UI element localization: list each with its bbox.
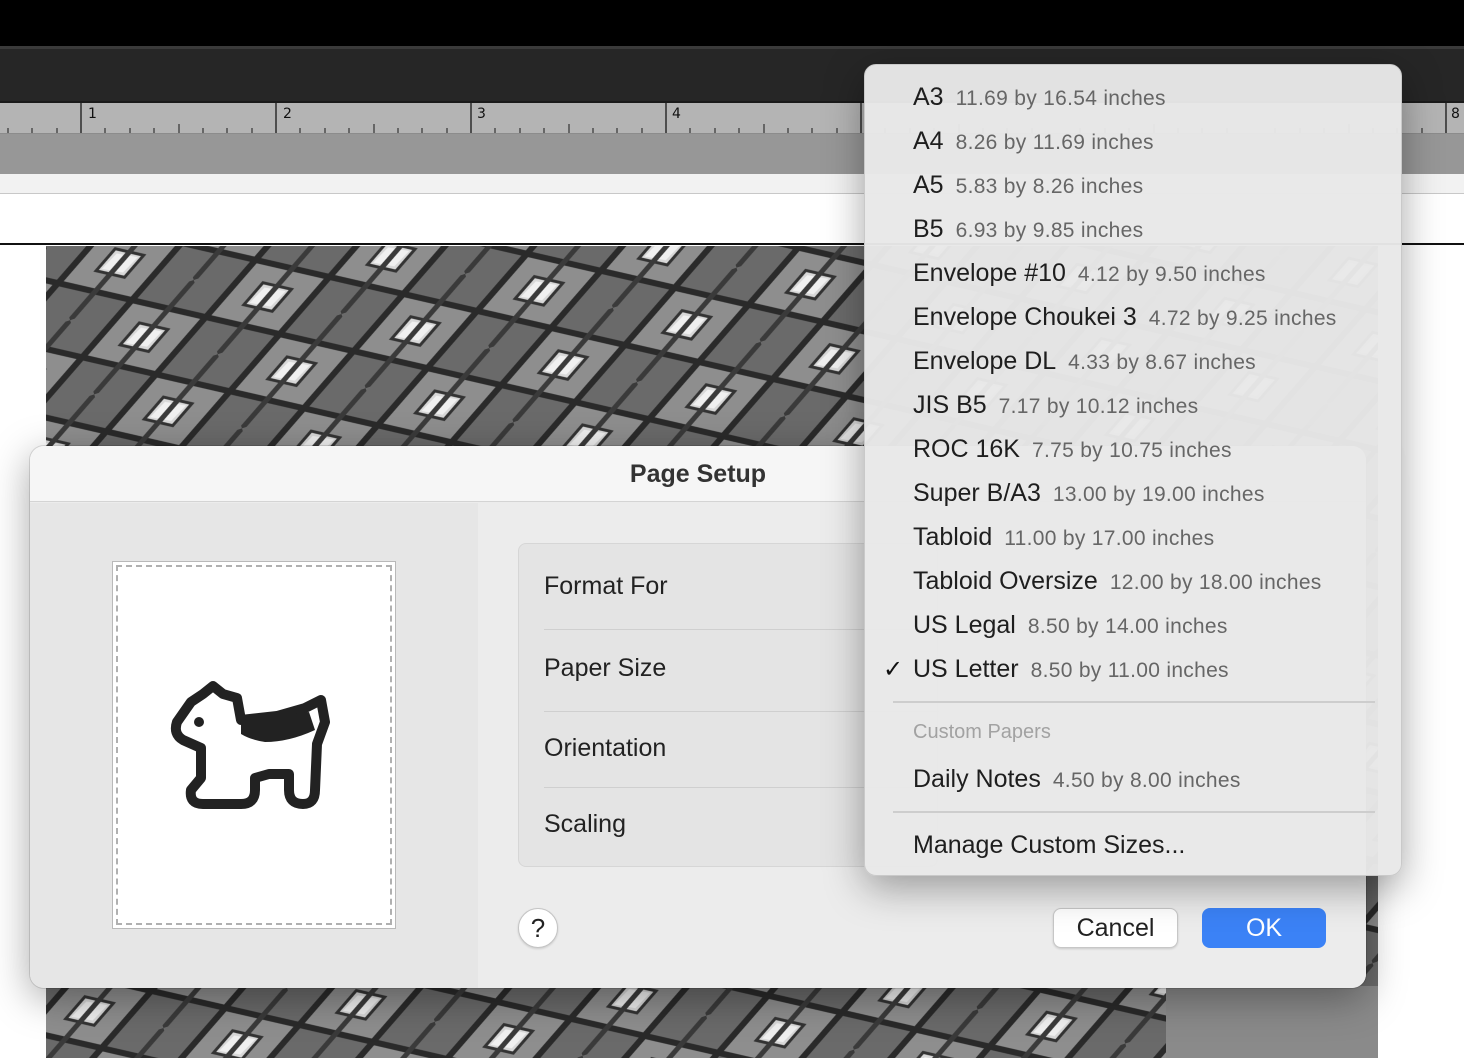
ruler-label: 2: [283, 106, 292, 122]
menu-item-envelope-dl[interactable]: Envelope DL 4.33 by 8.67 inches: [913, 347, 1256, 383]
paper-name: ROC 16K: [913, 435, 1020, 463]
paper-dimensions: 8.50 by 14.00 inches: [1027, 615, 1228, 638]
ruler-label: 3: [477, 106, 486, 122]
paper-name: Super B/A3: [913, 479, 1041, 507]
paper-name: A5: [913, 171, 944, 199]
paper-dimensions: 12.00 by 18.00 inches: [1109, 571, 1322, 594]
paper-dimensions: 11.69 by 16.54 inches: [955, 87, 1166, 110]
orientation-label: Orientation: [544, 734, 667, 762]
paper-name: Envelope DL: [913, 347, 1057, 375]
paper-dimensions: 5.83 by 8.26 inches: [955, 175, 1144, 198]
page-preview: [112, 561, 396, 929]
menu-item-daily-notes[interactable]: Daily Notes 4.50 by 8.00 inches: [913, 765, 1241, 801]
menu-item-jis-b5[interactable]: JIS B5 7.17 by 10.12 inches: [913, 391, 1198, 427]
menu-separator: [893, 701, 1375, 703]
paper-dimensions: 4.50 by 8.00 inches: [1052, 769, 1241, 792]
menu-item-us-letter[interactable]: US Letter 8.50 by 11.00 inches: [913, 655, 1229, 691]
paper-dimensions: 6.93 by 9.85 inches: [955, 219, 1144, 242]
ok-button[interactable]: OK: [1202, 908, 1326, 948]
menu-separator: [893, 811, 1375, 813]
cancel-button[interactable]: Cancel: [1053, 908, 1178, 948]
paper-size-menu: A3 11.69 by 16.54 inches A4 8.26 by 11.69 …: [864, 64, 1402, 876]
paper-dimensions: 4.72 by 9.25 inches: [1148, 307, 1337, 330]
menu-item-us-legal[interactable]: US Legal 8.50 by 14.00 inches: [913, 611, 1228, 647]
paper-name: Envelope #10: [913, 259, 1066, 287]
menu-item-roc-16k[interactable]: ROC 16K 7.75 by 10.75 inches: [913, 435, 1232, 471]
paper-dimensions: 13.00 by 19.00 inches: [1052, 483, 1265, 506]
paper-size-label: Paper Size: [544, 654, 667, 682]
ruler-label: 8: [1451, 106, 1460, 122]
paper-dimensions: 7.17 by 10.12 inches: [998, 395, 1199, 418]
format-for-label: Format For: [544, 572, 668, 600]
paper-name: A3: [913, 83, 944, 111]
dogcow-icon: [170, 681, 330, 809]
menu-item-tabloid-oversize[interactable]: Tabloid Oversize 12.00 by 18.00 inches: [913, 567, 1322, 603]
menu-item-b5[interactable]: B5 6.93 by 9.85 inches: [913, 215, 1143, 251]
help-button[interactable]: ?: [518, 908, 558, 948]
preview-pane: [30, 503, 478, 988]
manage-custom-sizes-item[interactable]: Manage Custom Sizes...: [913, 831, 1185, 867]
paper-name: Daily Notes: [913, 765, 1041, 793]
menu-item-envelope-choukei-3[interactable]: Envelope Choukei 3 4.72 by 9.25 inches: [913, 303, 1337, 339]
paper-dimensions: 8.50 by 11.00 inches: [1030, 659, 1229, 682]
ruler-label: 1: [88, 106, 97, 122]
checkmark-icon: ✓: [883, 656, 904, 683]
scaling-label: Scaling: [544, 810, 626, 838]
paper-name: A4: [913, 127, 944, 155]
menu-item-tabloid[interactable]: Tabloid 11.00 by 17.00 inches: [913, 523, 1214, 559]
paper-dimensions: 8.26 by 11.69 inches: [955, 131, 1154, 154]
menu-bar: [0, 0, 1464, 46]
paper-name: Tabloid Oversize: [913, 567, 1098, 595]
paper-name: JIS B5: [913, 391, 987, 419]
paper-dimensions: 11.00 by 17.00 inches: [1004, 527, 1215, 550]
paper-dimensions: 4.12 by 9.50 inches: [1077, 263, 1266, 286]
paper-name: B5: [913, 215, 944, 243]
paper-name: Envelope Choukei 3: [913, 303, 1137, 331]
menu-item-super-b-a3[interactable]: Super B/A3 13.00 by 19.00 inches: [913, 479, 1265, 515]
menu-item-a4[interactable]: A4 8.26 by 11.69 inches: [913, 127, 1154, 163]
paper-name: US Legal: [913, 611, 1016, 639]
menu-item-a5[interactable]: A5 5.83 by 8.26 inches: [913, 171, 1143, 207]
menu-item-envelope-10[interactable]: Envelope #10 4.12 by 9.50 inches: [913, 259, 1266, 295]
paper-name: US Letter: [913, 655, 1019, 683]
custom-papers-header: Custom Papers: [913, 721, 1051, 743]
paper-name: Tabloid: [913, 523, 993, 551]
menu-item-a3[interactable]: A3 11.69 by 16.54 inches: [913, 83, 1166, 119]
paper-dimensions: 7.75 by 10.75 inches: [1031, 439, 1232, 462]
paper-dimensions: 4.33 by 8.67 inches: [1068, 351, 1256, 374]
ruler-label: 4: [672, 106, 681, 122]
